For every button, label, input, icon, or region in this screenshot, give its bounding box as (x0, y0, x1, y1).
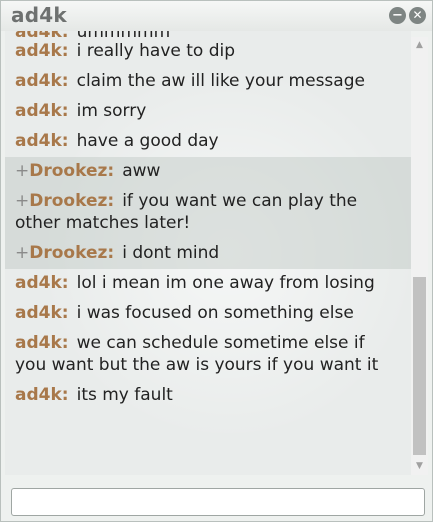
message-sender[interactable]: +Drookez: (15, 243, 114, 263)
message-sender[interactable]: +Drookez: (15, 191, 114, 211)
message-row: +Drookez: if you want we can play the oth… (5, 187, 411, 239)
sender-name: ad4k (15, 303, 62, 323)
scrollbar[interactable]: ▲ ▼ (411, 37, 428, 475)
sender-name: ad4k (15, 71, 62, 91)
message-text: we can schedule sometime else if you wan… (15, 333, 379, 375)
message-sender[interactable]: ad4k: (15, 41, 69, 61)
sender-prefix: + (15, 191, 30, 211)
sender-colon: : (61, 41, 69, 61)
sender-name: Drookez (29, 191, 108, 211)
message-row: ad4k: its my fault (5, 381, 411, 411)
sender-colon: : (61, 303, 69, 323)
message-sender[interactable]: ad4k: (15, 31, 69, 37)
message-row: ad4k: claim the aw ill like your message (5, 67, 411, 97)
message-text: lol i mean im one away from losing (76, 273, 375, 293)
sender-colon: : (61, 101, 69, 121)
title-bar[interactable]: ad4k − ✕ (1, 1, 432, 31)
message-sender[interactable]: +Drookez: (15, 161, 114, 181)
message-input-box (11, 488, 425, 516)
message-row: ad4k: we can schedule sometime else if yo… (5, 329, 411, 381)
message-row: ad4k: im sorry (5, 97, 411, 127)
scroll-thumb[interactable] (413, 277, 426, 455)
sender-name: ad4k (15, 385, 62, 405)
sender-colon: : (61, 273, 69, 293)
message-text: its my fault (76, 385, 173, 405)
message-text: im sorry (76, 101, 147, 121)
message-sender[interactable]: ad4k: (15, 131, 69, 151)
minimize-icon[interactable]: − (389, 7, 406, 24)
message-text: i dont mind (122, 243, 220, 263)
message-text: have a good day (76, 131, 219, 151)
sender-name: ad4k (15, 273, 62, 293)
message-row: ad4k: i really have to dip (5, 37, 411, 67)
sender-colon: : (61, 71, 69, 91)
chat-window: ad4k − ✕ ad4k: ummmmm ad4k: i really have t… (0, 0, 433, 522)
message-row: ad4k: lol i mean im one away from losing (5, 269, 411, 299)
sender-name: Drookez (29, 243, 108, 263)
message-text: aww (122, 161, 161, 181)
message-list: ad4k:ummmmmad4k:i really have to dipad4k… (5, 31, 411, 411)
sender-name: ad4k (15, 333, 62, 353)
message-text: ummmmm (77, 31, 171, 37)
sender-name: ad4k (15, 31, 62, 37)
message-sender[interactable]: ad4k: (15, 101, 69, 121)
sender-colon: : (107, 161, 115, 181)
message-text: i really have to dip (76, 41, 236, 61)
message-row: +Drookez: i dont mind (5, 239, 411, 269)
sender-colon: : (107, 243, 115, 263)
message-sender[interactable]: ad4k: (15, 273, 69, 293)
sender-name: ad4k (15, 41, 62, 61)
message-sender[interactable]: ad4k: (15, 303, 69, 323)
message-input[interactable] (12, 489, 424, 515)
message-row: ad4k: i was focused on something else (5, 299, 411, 329)
message-text: i was focused on something else (76, 303, 354, 323)
sender-name: ad4k (15, 101, 62, 121)
message-row: ad4k: have a good day (5, 127, 411, 157)
sender-colon: : (61, 131, 69, 151)
sender-colon: : (61, 385, 69, 405)
sender-colon: : (107, 191, 115, 211)
message-sender[interactable]: ad4k: (15, 333, 69, 353)
message-sender[interactable]: ad4k: (15, 71, 69, 91)
scroll-up-icon[interactable]: ▲ (411, 37, 428, 54)
sender-colon: : (61, 333, 69, 353)
sender-prefix: + (15, 161, 30, 181)
close-icon[interactable]: ✕ (409, 7, 426, 24)
sender-colon: : (62, 31, 69, 37)
sender-name: ad4k (15, 131, 62, 151)
sender-prefix: + (15, 243, 30, 263)
chat-log[interactable]: ad4k:ummmmmad4k:i really have to dipad4k… (5, 31, 411, 475)
window-title: ad4k (11, 3, 67, 27)
message-row: +Drookez: aww (5, 157, 411, 187)
message-sender[interactable]: ad4k: (15, 385, 69, 405)
sender-name: Drookez (29, 161, 108, 181)
scroll-down-icon[interactable]: ▼ (411, 458, 428, 475)
message-text: claim the aw ill like your message (76, 71, 365, 91)
